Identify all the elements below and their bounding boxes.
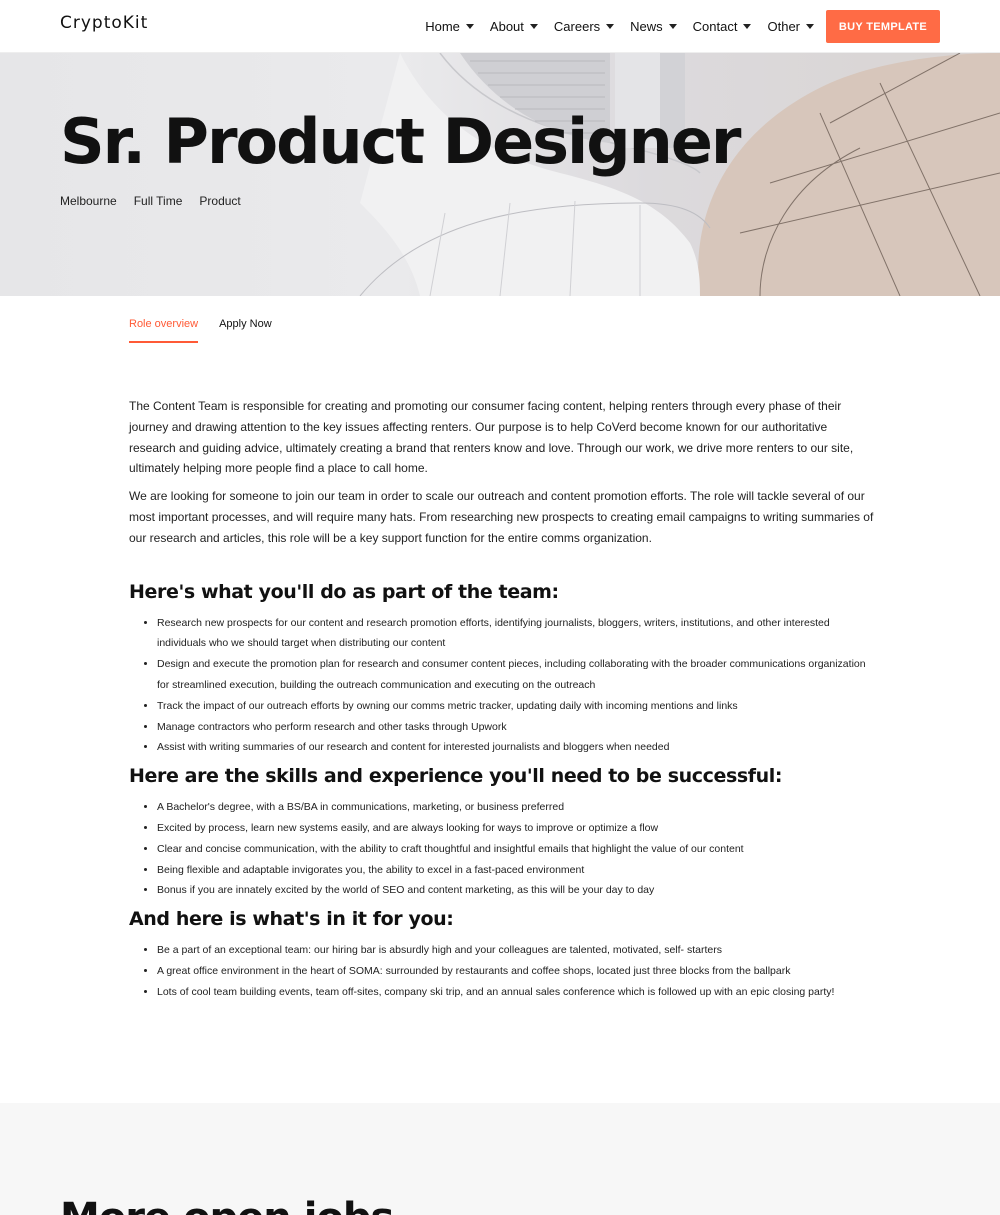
- nav-item-news[interactable]: News: [630, 19, 677, 34]
- skills-list: A Bachelor's degree, with a BS/BA in com…: [129, 797, 874, 901]
- nav-item-label: Other: [767, 18, 800, 34]
- buy-template-button[interactable]: BUY TEMPLATE: [826, 10, 940, 43]
- list-item: Bonus if you are innately excited by the…: [157, 880, 874, 901]
- list-item: Be a part of an exceptional team: our hi…: [157, 940, 874, 961]
- nav-item-contact[interactable]: Contact: [693, 19, 752, 34]
- list-item: Lots of cool team building events, team …: [157, 982, 874, 1003]
- main-nav: Home About Careers News Contact Other: [409, 0, 814, 52]
- list-item: Research new prospects for our content a…: [157, 613, 874, 655]
- list-item: Design and execute the promotion plan fo…: [157, 654, 874, 696]
- caret-down-icon: [529, 23, 538, 29]
- list-item: Clear and concise communication, with th…: [157, 839, 874, 860]
- job-tabs: Role overview Apply Now: [129, 318, 293, 343]
- page-title: Sr. Product Designer: [60, 105, 741, 178]
- nav-item-label: Careers: [553, 18, 601, 34]
- list-item: Track the impact of our outreach efforts…: [157, 696, 874, 717]
- nav-item-about[interactable]: About: [490, 19, 538, 34]
- job-description: The Content Team is responsible for crea…: [129, 396, 874, 1003]
- section-heading: And here is what's in it for you:: [129, 908, 454, 931]
- tab-apply-now[interactable]: Apply Now: [219, 318, 272, 343]
- logo[interactable]: CryptoKit: [60, 13, 148, 33]
- tab-role-overview[interactable]: Role overview: [129, 318, 199, 343]
- nav-item-label: Contact: [692, 18, 738, 34]
- nav-item-label: Home: [425, 18, 460, 34]
- intro-paragraph: The Content Team is responsible for crea…: [129, 399, 854, 476]
- nav-item-label: News: [630, 18, 663, 34]
- caret-down-icon: [806, 23, 814, 29]
- section-heading: Here's what you'll do as part of the tea…: [129, 580, 559, 603]
- caret-down-icon: [465, 23, 474, 29]
- job-meta: Melbourne Full Time Product: [60, 194, 258, 208]
- list-item: A great office environment in the heart …: [157, 961, 874, 982]
- caret-down-icon: [743, 23, 752, 29]
- intro-paragraph: We are looking for someone to join our t…: [129, 489, 874, 545]
- duties-list: Research new prospects for our content a…: [129, 613, 874, 759]
- nav-item-other[interactable]: Other: [767, 19, 814, 34]
- job-location: Melbourne: [60, 194, 117, 208]
- caret-down-icon: [668, 23, 677, 29]
- list-item: A Bachelor's degree, with a BS/BA in com…: [157, 797, 874, 818]
- nav-item-home[interactable]: Home: [425, 19, 474, 34]
- job-department: Product: [199, 194, 241, 208]
- more-jobs-title: More open jobs: [60, 1195, 394, 1215]
- benefits-list: Be a part of an exceptional team: our hi…: [129, 940, 874, 1002]
- more-jobs-section: More open jobs: [0, 1103, 1000, 1215]
- list-item: Manage contractors who perform research …: [157, 717, 874, 738]
- job-type: Full Time: [133, 194, 183, 208]
- section-heading: Here are the skills and experience you'l…: [129, 765, 783, 788]
- list-item: Being flexible and adaptable invigorates…: [157, 860, 874, 881]
- site-header: CryptoKit Home About Careers News Contac…: [0, 0, 1000, 53]
- nav-item-label: About: [489, 18, 524, 34]
- caret-down-icon: [606, 23, 615, 29]
- list-item: Assist with writing summaries of our res…: [157, 737, 874, 758]
- list-item: Excited by process, learn new systems ea…: [157, 818, 874, 839]
- nav-item-careers[interactable]: Careers: [553, 18, 615, 34]
- hero-banner: Sr. Product Designer Melbourne Full Time…: [0, 53, 1000, 296]
